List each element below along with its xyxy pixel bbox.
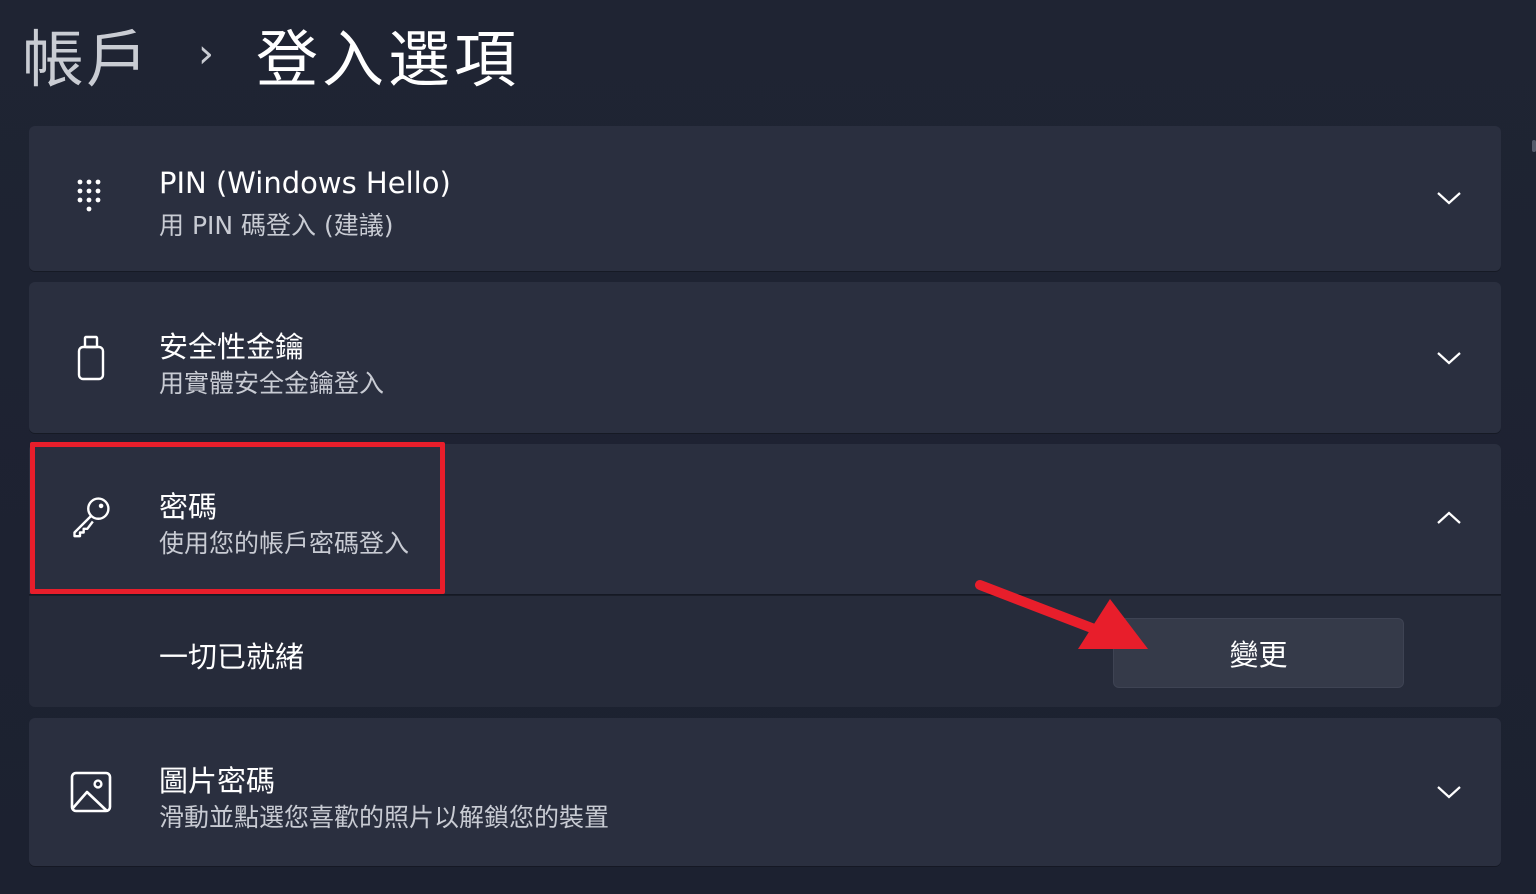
breadcrumb: 帳戶 › 登入選項 — [22, 14, 520, 96]
breadcrumb-separator-icon: › — [198, 31, 215, 77]
option-subtitle: 用實體安全金鑰登入 — [159, 369, 385, 398]
chevron-down-icon[interactable] — [1435, 344, 1463, 372]
password-details: 一切已就緒 變更 — [29, 595, 1501, 707]
password-status: 一切已就緒 — [159, 640, 305, 674]
option-security-key[interactable]: 安全性金鑰 用實體安全金鑰登入 — [29, 282, 1501, 433]
pin-keypad-icon — [69, 176, 113, 220]
option-title: 安全性金鑰 — [159, 330, 305, 364]
breadcrumb-parent[interactable]: 帳戶 — [22, 9, 150, 99]
picture-icon — [69, 770, 113, 814]
red-arrow-icon — [975, 580, 1148, 649]
highlight-box — [30, 442, 445, 594]
option-title: PIN (Windows Hello) — [159, 166, 451, 200]
chevron-up-icon[interactable] — [1435, 504, 1463, 532]
option-subtitle: 用 PIN 碼登入 (建議) — [159, 211, 394, 240]
option-title: 圖片密碼 — [159, 764, 276, 798]
usb-key-icon — [69, 335, 113, 381]
option-subtitle: 滑動並點選您喜歡的照片以解鎖您的裝置 — [159, 803, 610, 832]
chevron-down-icon[interactable] — [1435, 778, 1463, 806]
chevron-down-icon[interactable] — [1435, 184, 1463, 212]
scrollbar[interactable] — [1532, 140, 1536, 152]
page-title: 登入選項 — [256, 23, 521, 96]
option-picture-password[interactable]: 圖片密碼 滑動並點選您喜歡的照片以解鎖您的裝置 — [29, 718, 1501, 866]
option-pin[interactable]: PIN (Windows Hello) 用 PIN 碼登入 (建議) — [29, 126, 1501, 271]
